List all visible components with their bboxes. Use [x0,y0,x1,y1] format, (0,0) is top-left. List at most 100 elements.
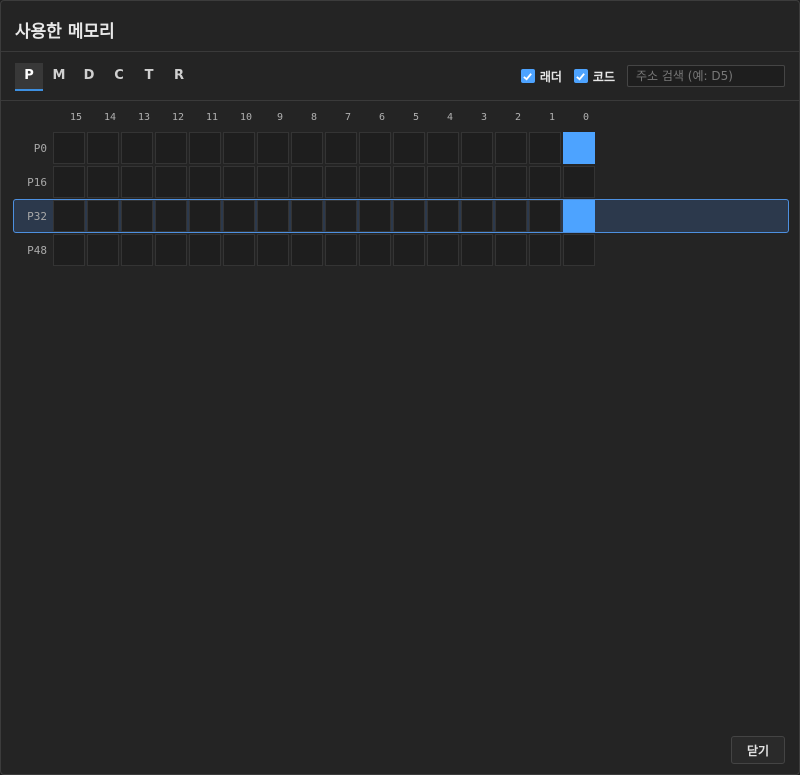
bit-cell[interactable] [461,200,493,232]
tab-t[interactable]: T [135,63,163,89]
bit-cell[interactable] [257,234,289,266]
row-address-label: P48 [27,243,47,257]
bit-cell[interactable] [495,132,527,164]
bit-cell[interactable] [53,166,85,198]
bit-cell[interactable] [393,234,425,266]
bit-cell[interactable] [121,200,153,232]
bit-cell[interactable] [223,200,255,232]
code-checkbox[interactable]: 코드 [573,68,615,85]
bit-cell[interactable] [155,132,187,164]
bit-cell[interactable] [189,166,221,198]
tab-p[interactable]: P [15,63,43,91]
bit-cell[interactable] [393,132,425,164]
bit-cell[interactable] [291,200,323,232]
bit-column-label: 2 [514,112,522,123]
bit-cell[interactable] [155,166,187,198]
memory-row[interactable]: P32 [13,199,789,233]
bit-cell[interactable] [427,166,459,198]
code-checkbox-label: 코드 [592,69,615,84]
bit-cell[interactable] [53,234,85,266]
bit-cell[interactable] [291,166,323,198]
dialog-title: 사용한 메모리 [15,22,115,42]
bit-cell[interactable] [257,132,289,164]
bit-cell[interactable] [189,132,221,164]
bit-cell[interactable] [359,234,391,266]
bit-column-label: 0 [582,112,590,123]
bit-cell[interactable] [495,200,527,232]
bit-cell-used[interactable] [563,200,595,232]
bit-cell[interactable] [529,132,561,164]
bit-cell[interactable] [461,132,493,164]
bit-cell[interactable] [121,132,153,164]
bit-cell[interactable] [121,234,153,266]
bit-cell[interactable] [563,234,595,266]
bit-cell[interactable] [461,166,493,198]
bit-cell[interactable] [53,200,85,232]
bit-cell[interactable] [495,234,527,266]
bit-cell[interactable] [529,166,561,198]
bit-column-label: 4 [446,112,454,123]
bit-cell[interactable] [291,132,323,164]
bit-cell[interactable] [223,166,255,198]
bit-cell[interactable] [53,132,85,164]
row-address-label: P0 [33,141,47,155]
bit-cells [53,166,597,198]
bit-column-label: 1 [548,112,556,123]
bit-cell[interactable] [461,234,493,266]
bit-cell[interactable] [155,234,187,266]
bit-cell[interactable] [121,166,153,198]
bit-column-label: 10 [239,112,253,123]
memory-row[interactable]: P0 [13,131,789,165]
tab-d[interactable]: D [75,63,103,89]
bit-cell[interactable] [393,166,425,198]
bit-cell[interactable] [325,234,357,266]
bit-cells [53,234,597,266]
bit-cell[interactable] [359,166,391,198]
checkmark-icon [573,69,588,83]
tab-m[interactable]: M [45,63,73,89]
bit-cell[interactable] [393,200,425,232]
bit-cell[interactable] [223,132,255,164]
bit-column-label: 3 [480,112,488,123]
bit-column-label: 6 [378,112,386,123]
tab-c[interactable]: C [105,63,133,89]
bit-column-header: 15 14 13 12 11 10 9 8 7 6 5 4 3 2 1 0 [59,112,603,123]
bit-cell[interactable] [427,200,459,232]
bit-cell[interactable] [529,234,561,266]
bit-cell[interactable] [87,132,119,164]
bit-cell[interactable] [189,200,221,232]
bit-cell[interactable] [223,234,255,266]
bit-cell[interactable] [155,200,187,232]
bit-cell[interactable] [325,200,357,232]
bit-cell[interactable] [87,234,119,266]
bit-column-label: 7 [344,112,352,123]
ladder-checkbox[interactable]: 래더 [520,68,562,85]
bit-cell[interactable] [325,166,357,198]
bit-cell[interactable] [427,234,459,266]
bit-cell[interactable] [495,166,527,198]
bit-cell[interactable] [87,166,119,198]
bit-cell[interactable] [257,166,289,198]
bit-cell[interactable] [189,234,221,266]
memory-row[interactable]: P48 [13,233,789,267]
memory-row[interactable]: P16 [13,165,789,199]
bit-column-label: 13 [137,112,151,123]
bit-cell[interactable] [291,234,323,266]
bit-cell[interactable] [359,132,391,164]
bit-cell[interactable] [325,132,357,164]
bit-cell[interactable] [257,200,289,232]
bit-column-label: 9 [276,112,284,123]
bit-cell[interactable] [563,166,595,198]
bit-cell[interactable] [359,200,391,232]
bit-column-label: 15 [69,112,83,123]
toolbar-divider [1,100,799,101]
tab-r[interactable]: R [165,63,193,89]
bit-cell[interactable] [427,132,459,164]
close-button[interactable]: 닫기 [731,736,785,764]
bit-cell-used[interactable] [563,132,595,164]
filter-bar: 래더 코드 [520,63,785,89]
bit-column-label: 14 [103,112,117,123]
address-search-input[interactable] [627,65,785,87]
bit-cell[interactable] [529,200,561,232]
bit-cell[interactable] [87,200,119,232]
